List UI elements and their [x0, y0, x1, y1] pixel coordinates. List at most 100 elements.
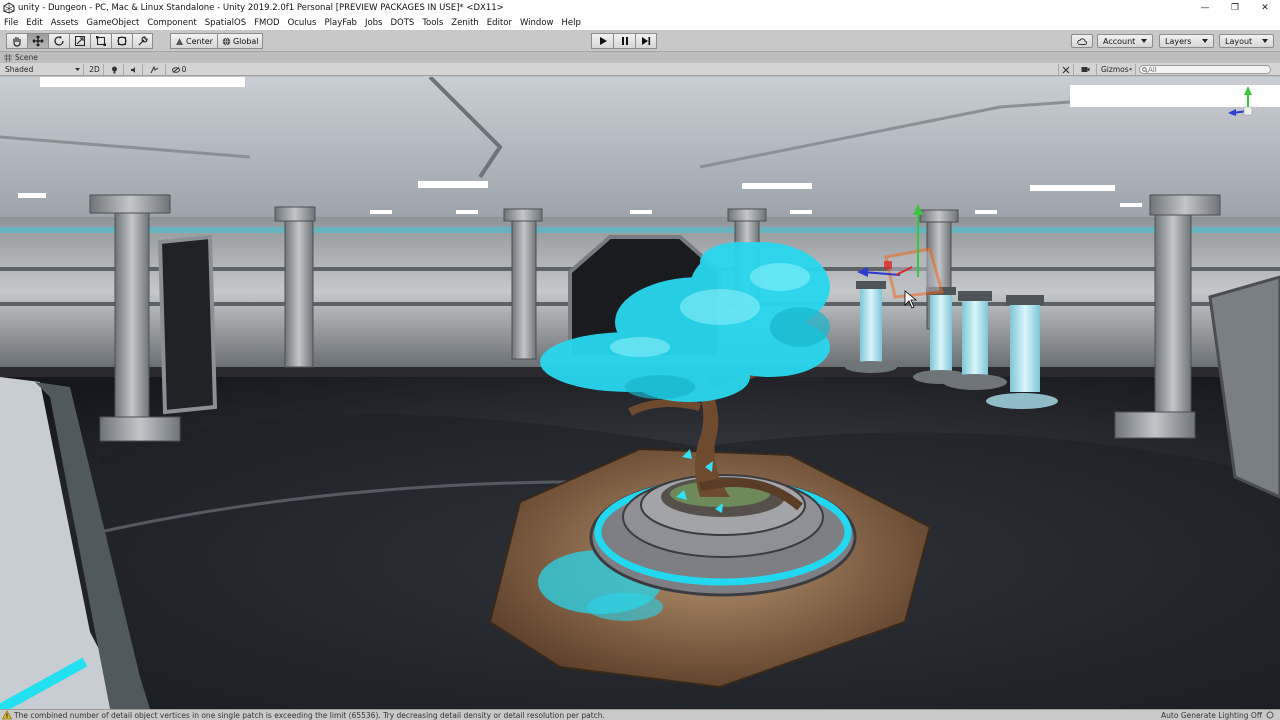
globe-icon	[222, 37, 231, 46]
menu-playfab[interactable]: PlayFab	[325, 18, 357, 28]
scene-viewport[interactable]	[0, 77, 1280, 709]
crossed-tools-icon	[1062, 66, 1070, 73]
scene-grid-icon	[4, 53, 12, 62]
gizmos-label: Gizmos	[1101, 65, 1129, 74]
chevron-down-icon	[75, 68, 80, 71]
hidden-count: 0	[181, 65, 187, 74]
pivot-mode-toggle[interactable]: Center	[170, 33, 217, 49]
hand-icon	[13, 37, 21, 47]
menu-tools[interactable]: Tools	[422, 18, 443, 28]
lightbulb-icon	[112, 66, 117, 73]
menu-fmod[interactable]: FMOD	[254, 18, 279, 28]
main-toolbar: Center Global Account Layers Layout	[0, 30, 1280, 52]
menu-component[interactable]: Component	[147, 18, 196, 28]
pivot-rotation-label: Global	[232, 36, 259, 46]
menu-edit[interactable]: Edit	[26, 18, 42, 28]
menu-zenith[interactable]: Zenith	[451, 18, 479, 28]
chevron-down-icon	[1262, 39, 1268, 43]
minimize-button[interactable]: —	[1190, 0, 1220, 16]
layout-label: Layout	[1225, 36, 1253, 46]
menu-dots[interactable]: DOTS	[390, 18, 414, 28]
account-dropdown[interactable]: Account	[1097, 34, 1153, 48]
menu-window[interactable]: Window	[520, 18, 554, 28]
transform-tools	[6, 33, 153, 49]
menu-spatialos[interactable]: SpatialOS	[205, 18, 246, 28]
pivot-mode-label: Center	[186, 36, 213, 46]
layout-dropdown[interactable]: Layout	[1219, 34, 1274, 48]
lighting-status: Auto Generate Lighting Off	[1161, 710, 1262, 720]
collab-cloud-button[interactable]	[1071, 34, 1093, 48]
layers-dropdown[interactable]: Layers	[1159, 34, 1214, 48]
search-icon	[1142, 67, 1148, 73]
pivot-toggles: Center Global	[170, 33, 264, 49]
play-icon	[599, 37, 607, 45]
pivot-rotation-toggle[interactable]: Global	[216, 33, 264, 49]
effects-icon	[150, 65, 159, 73]
transform-icon	[117, 36, 127, 46]
warning-icon	[2, 710, 12, 720]
window-title: unity - Dungeon - PC, Mac & Linux Standa…	[18, 3, 504, 13]
scale-icon	[75, 36, 85, 46]
close-button[interactable]: ✕	[1250, 0, 1280, 16]
pause-icon	[621, 37, 628, 45]
scene-tab-strip: Scene	[0, 52, 1280, 63]
account-label: Account	[1103, 36, 1136, 46]
rotate-tool-button[interactable]	[48, 33, 69, 49]
menu-bar: File Edit Assets GameObject Component Sp…	[0, 16, 1280, 30]
hidden-objects-toggle[interactable]: 0	[168, 64, 190, 75]
unity-logo-icon	[3, 2, 15, 14]
pause-button[interactable]	[613, 33, 635, 49]
rotate-icon	[54, 35, 64, 46]
console-message[interactable]: The combined number of detail object ver…	[14, 711, 605, 720]
scale-tool-button[interactable]	[69, 33, 90, 49]
speaker-icon	[130, 66, 135, 73]
wrench-icon	[138, 36, 148, 46]
step-icon	[642, 37, 651, 45]
menu-oculus[interactable]: Oculus	[288, 18, 317, 28]
dungeon-scene-render	[0, 77, 1280, 709]
cloud-icon	[1077, 37, 1087, 45]
audio-toggle[interactable]	[125, 64, 143, 75]
chevron-down-icon	[1202, 39, 1208, 43]
rect-tool-button[interactable]	[90, 33, 111, 49]
2d-mode-toggle[interactable]: 2D	[86, 64, 104, 75]
status-bar: The combined number of detail object ver…	[0, 709, 1280, 720]
transform-tool-button[interactable]	[111, 33, 132, 49]
tab-scene-label: Scene	[15, 53, 38, 62]
menu-help[interactable]: Help	[561, 18, 580, 28]
pivot-center-icon	[176, 37, 183, 45]
rect-transform-icon	[96, 36, 106, 46]
menu-editor[interactable]: Editor	[487, 18, 512, 28]
move-tool-button[interactable]	[27, 33, 48, 49]
camera-icon	[1081, 67, 1090, 72]
scene-search-input[interactable]: All	[1139, 65, 1271, 74]
maximize-button[interactable]: ❐	[1220, 0, 1250, 16]
scene-tools-button[interactable]	[1058, 64, 1074, 75]
draw-mode-dropdown[interactable]: Shaded	[2, 64, 84, 75]
scene-view-toolbar: Shaded 2D 0 Gizmos All	[0, 63, 1280, 76]
tab-scene[interactable]: Scene	[4, 53, 38, 62]
move-arrows-icon	[32, 35, 44, 47]
playback-controls	[591, 33, 657, 49]
menu-file[interactable]: File	[4, 18, 18, 28]
gizmos-dropdown[interactable]: Gizmos	[1098, 64, 1136, 75]
menu-assets[interactable]: Assets	[51, 18, 79, 28]
play-button[interactable]	[591, 33, 613, 49]
menu-jobs[interactable]: Jobs	[365, 18, 383, 28]
lighting-spinner-icon	[1266, 711, 1274, 719]
custom-tool-button[interactable]	[132, 33, 153, 49]
effects-dropdown[interactable]	[144, 64, 166, 75]
draw-mode-label: Shaded	[5, 65, 34, 74]
step-button[interactable]	[635, 33, 657, 49]
lighting-toggle[interactable]	[106, 64, 124, 75]
title-bar: unity - Dungeon - PC, Mac & Linux Standa…	[0, 0, 1280, 16]
camera-settings-dropdown[interactable]	[1075, 64, 1097, 75]
2d-mode-label: 2D	[89, 65, 100, 74]
chevron-down-icon	[1128, 68, 1132, 71]
scene-search-placeholder: All	[1148, 65, 1157, 74]
eye-off-icon	[171, 66, 180, 73]
layers-label: Layers	[1165, 36, 1192, 46]
menu-gameobject[interactable]: GameObject	[86, 18, 139, 28]
hand-tool-button[interactable]	[6, 33, 27, 49]
chevron-down-icon	[1141, 39, 1147, 43]
